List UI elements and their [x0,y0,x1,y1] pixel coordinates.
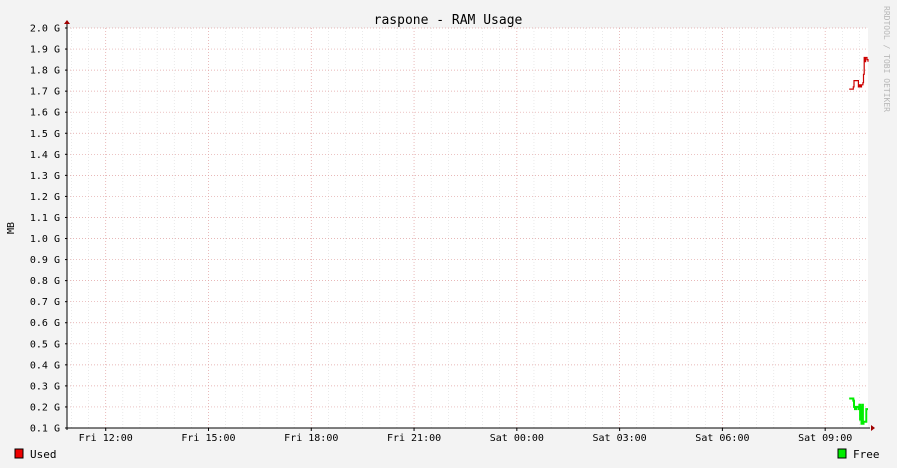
y-tick-label: 0.1 G [30,424,60,435]
y-axis-label: MB [6,222,17,234]
y-tick-label: 0.7 G [30,297,60,308]
y-tick-label: 1.2 G [30,192,60,203]
y-tick-label: 1.4 G [30,150,60,161]
x-tick-label: Sat 06:00 [695,433,749,444]
y-tick-label: 0.3 G [30,381,60,392]
chart-title: raspone - RAM Usage [374,13,523,28]
x-tick-label: Sat 03:00 [593,433,647,444]
y-tick-label: 0.6 G [30,318,60,329]
x-tick-label: Sat 09:00 [798,433,852,444]
rrdtool-watermark: RRDTOOL / TOBI OETIKER [882,6,891,112]
x-tick-label: Sat 00:00 [490,433,544,444]
y-tick-label: 0.2 G [30,402,60,413]
legend-swatch-used [14,448,24,459]
y-tick-label: 0.9 G [30,255,60,266]
rrd-chart: 2.0 G 1.9 G 1.8 G 1.7 G 1.6 G 1.5 G 1.4 G 1.3 G… [0,0,897,468]
legend-label-used: Used [30,448,57,461]
y-tick-label: 1.6 G [30,108,60,119]
y-tick-label: 0.8 G [30,276,60,287]
y-tick-label: 0.4 G [30,360,60,371]
legend-swatch-free [837,448,847,459]
y-tick-label: 1.5 G [30,129,60,140]
y-tick-label: 1.7 G [30,87,60,98]
y-tick-label: 1.9 G [30,45,60,56]
y-tick-label: 1.8 G [30,66,60,77]
y-tick-label: 1.3 G [30,171,60,182]
x-tick-label: Fri 12:00 [79,433,133,444]
x-tick-label: Fri 18:00 [284,433,338,444]
plot-area [67,28,868,428]
x-tick-label: Fri 15:00 [181,433,235,444]
y-tick-label: 0.5 G [30,339,60,350]
y-tick-label: 1.0 G [30,234,60,245]
x-tick-label: Fri 21:00 [387,433,441,444]
y-tick-label: 2.0 G [30,24,60,35]
legend-label-free: Free [853,448,880,461]
y-tick-label: 1.1 G [30,213,60,224]
